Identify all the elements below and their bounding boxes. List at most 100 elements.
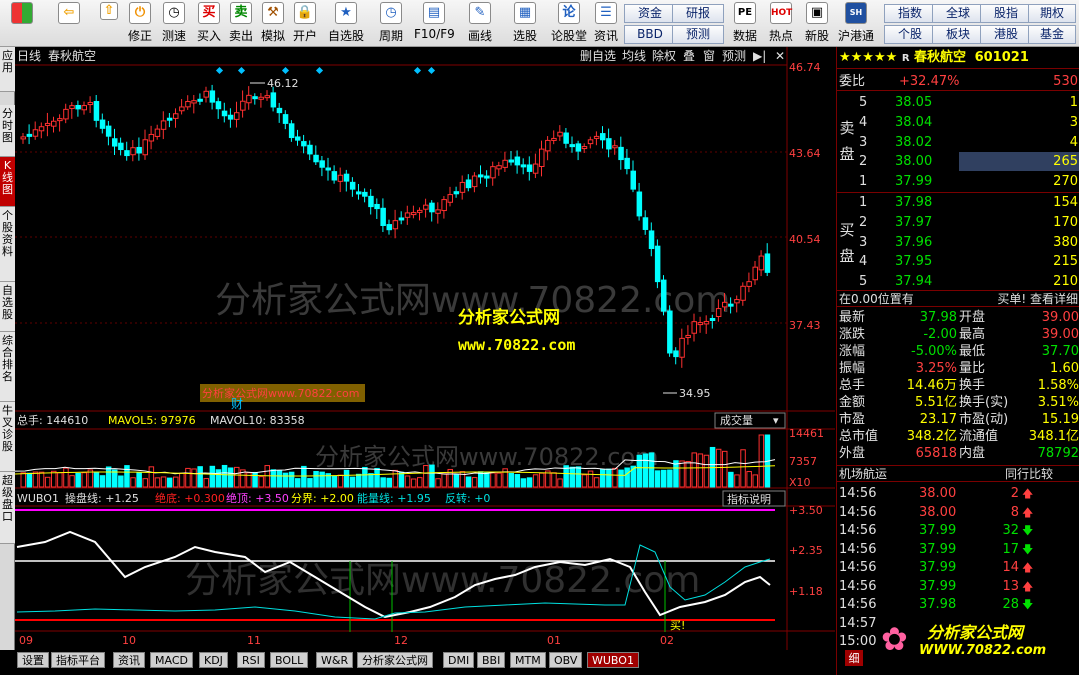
global-button[interactable]: 全球 (932, 4, 984, 23)
hotspot-button[interactable]: HOT 热点 (766, 2, 796, 45)
buy-button[interactable]: 买 买入 (194, 2, 224, 45)
ma-button[interactable]: 均线 (622, 49, 646, 63)
candle-body (630, 170, 636, 190)
chart-canvas[interactable]: 分析家公式网www.70822.com 分析家公式网www.70822.com … (14, 47, 835, 650)
volume-bar (75, 472, 81, 488)
forecast-button[interactable]: 预测 (672, 25, 724, 44)
volume-bar (38, 471, 45, 488)
candle-body (124, 150, 130, 157)
options-button[interactable]: 期权 (1028, 4, 1076, 23)
stock-index-button[interactable]: 股指 (980, 4, 1032, 23)
remove-watch-button[interactable]: 删自选 (580, 49, 616, 63)
expand-icon[interactable]: ▶| (753, 49, 766, 63)
tab-mtm[interactable]: MTM (510, 652, 546, 668)
stock-picker-button[interactable]: ▦ 选股 (506, 2, 544, 45)
peer-compare-tab[interactable]: 同行比较 (1005, 466, 1053, 483)
sell-row[interactable]: 1 37.99 270 (837, 172, 1079, 191)
tab-macd[interactable]: MACD (150, 652, 193, 668)
candle-body (624, 157, 630, 170)
tick-direction: 🡇 (1022, 541, 1033, 559)
sell-button[interactable]: 卖 卖出 (226, 2, 256, 45)
volume-bar (362, 466, 368, 488)
window-button[interactable]: 窗 (703, 49, 715, 63)
volume-bar (112, 469, 118, 488)
tab-dmi[interactable]: DMI (443, 652, 475, 668)
quote-value: 65818 (915, 446, 957, 461)
chevron-down-icon: ▾ (773, 414, 779, 427)
tab-obv[interactable]: OBV (549, 652, 583, 668)
buy-row[interactable]: 2 37.97 170 (837, 213, 1079, 232)
tab-ranking[interactable]: 综合排名 (0, 332, 15, 402)
sell-row[interactable]: 4 38.04 3 (837, 113, 1079, 132)
buy-row[interactable]: 1 37.98 154 (837, 193, 1079, 212)
fund-button[interactable]: 资金 (624, 4, 676, 23)
industry-tab[interactable]: 机场航运 (839, 466, 887, 483)
fix-button[interactable]: ⏻ 修正 (124, 2, 156, 45)
ipo-button[interactable]: ▣ 新股 (802, 2, 832, 45)
index-button[interactable]: 指数 (884, 4, 936, 23)
volume-bar (715, 448, 722, 488)
hk-connect-button[interactable]: SH HK 沪港通 (836, 2, 876, 45)
research-button[interactable]: 研报 (672, 4, 724, 23)
period-button[interactable]: ◷ 周期 (372, 2, 410, 45)
tab-indicator-platform[interactable]: 指标平台 (51, 652, 105, 668)
data-button[interactable]: PE 数据 (730, 2, 760, 45)
candle-body (703, 320, 710, 325)
tab-boll[interactable]: BOLL (270, 652, 309, 668)
forecast-chart-button[interactable]: 预测 (722, 49, 746, 63)
stock-button[interactable]: 个股 (884, 25, 936, 44)
tab-watchlist[interactable]: 自选股 (0, 282, 15, 332)
home-button[interactable] (4, 2, 40, 45)
simulate-button[interactable]: ⚒ 模拟 (258, 2, 288, 45)
kline-chart-area[interactable]: 分析家公式网www.70822.com 分析家公式网www.70822.com … (14, 47, 835, 650)
volume-bar (380, 477, 386, 488)
buy-label: 买入 (196, 29, 221, 43)
ex-right-button[interactable]: 除权 (652, 48, 676, 63)
detail-tab[interactable]: 细 (845, 650, 863, 666)
candle-body (185, 101, 191, 108)
buy-row[interactable]: 3 37.96 380 (837, 233, 1079, 252)
tab-kdj[interactable]: KDJ (199, 652, 228, 668)
tab-bbi[interactable]: BBI (477, 652, 506, 668)
sell-row[interactable]: 5 38.05 1 (837, 93, 1079, 112)
tab-super-quote[interactable]: 超级盘口 (0, 472, 15, 544)
tab-wr[interactable]: W&R (316, 652, 354, 668)
sell-row[interactable]: 3 38.02 4 (837, 133, 1079, 152)
tab-kline[interactable]: K线图 (0, 157, 15, 207)
speedtest-button[interactable]: ◷ 测速 (158, 2, 190, 45)
tab-stock-info[interactable]: 个股资料 (0, 207, 15, 282)
forum-button[interactable]: 论 论股堂 (549, 2, 589, 45)
hk-stock-button[interactable]: 港股 (980, 25, 1032, 44)
sector-button[interactable]: 板块 (932, 25, 984, 44)
tab-rsi[interactable]: RSI (237, 652, 265, 668)
watchlist-button[interactable]: ★ 自选股 (326, 2, 366, 45)
bbd-button[interactable]: BBD (624, 25, 676, 44)
candle-body (179, 106, 185, 112)
fund2-button[interactable]: 基金 (1028, 25, 1076, 44)
price-tick: 43.64 (789, 147, 821, 160)
tab-news[interactable]: 资讯 (113, 652, 145, 668)
buy-row[interactable]: 5 37.94 210 (837, 272, 1079, 291)
tab-apps[interactable]: 应用 (0, 47, 15, 92)
tab-fxj[interactable]: 分析家公式网 (357, 652, 433, 668)
f10-button[interactable]: ▤ F10/F9 (414, 2, 455, 45)
back-button[interactable]: ⇦ (52, 2, 86, 45)
tab-intraday[interactable]: 分时图 (0, 105, 15, 157)
tab-wubo1[interactable]: WUBO1 (587, 652, 639, 668)
close-icon[interactable]: ✕ (775, 49, 785, 63)
open-account-button[interactable]: 🔒 开户 (290, 2, 320, 45)
candle-body (551, 137, 557, 141)
up-down-button[interactable]: ⇧ (96, 2, 122, 45)
tick-volume: 13 (1002, 578, 1019, 594)
sell-row[interactable]: 2 38.00 265 (837, 152, 1079, 172)
candle-body (435, 209, 441, 214)
tab-settings[interactable]: 设置 (17, 652, 49, 668)
draw-line-button[interactable]: ✎ 画线 (462, 2, 498, 45)
tab-diagnosis[interactable]: 牛叉诊股 (0, 402, 15, 472)
overlay-button[interactable]: 叠 (683, 49, 695, 63)
news-button[interactable]: ☰ 资讯 (592, 2, 620, 45)
buy-row[interactable]: 4 37.95 215 (837, 252, 1079, 271)
tick-direction: 🡅 (1022, 559, 1033, 577)
volume-bar (508, 472, 514, 488)
view-detail-link[interactable]: 买单! 查看详细 (997, 291, 1078, 308)
